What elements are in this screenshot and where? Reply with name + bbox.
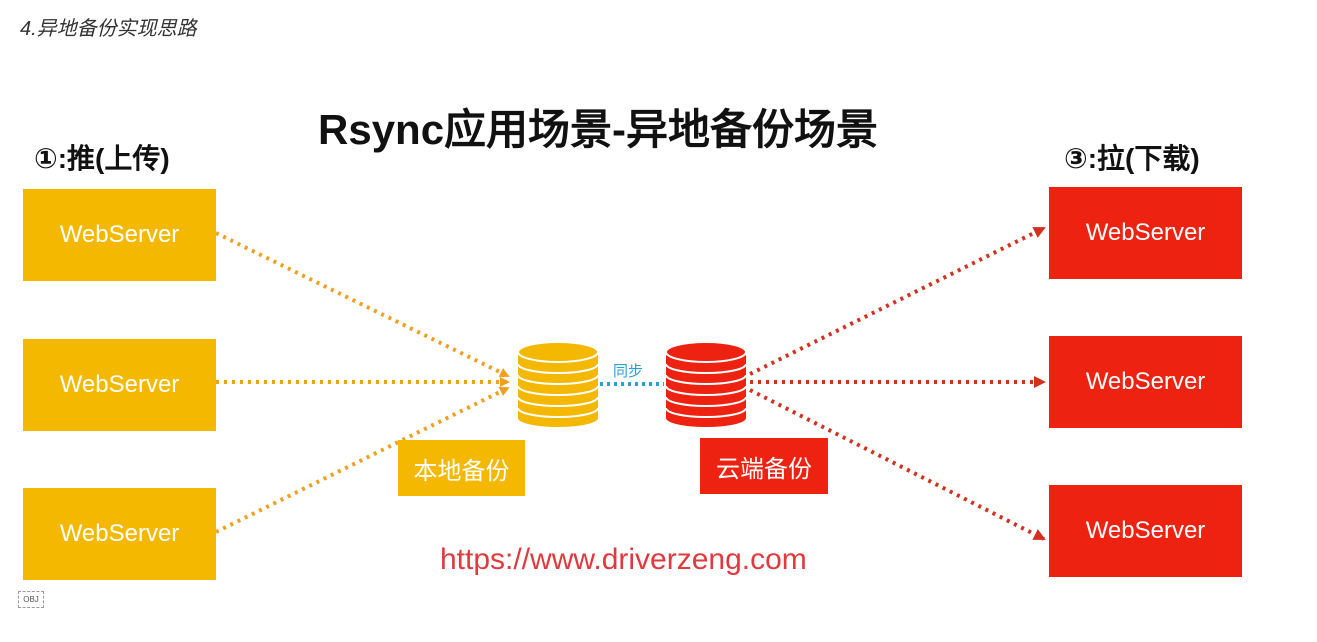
cloud-backup-db-icon	[665, 341, 747, 427]
pull-line-1	[749, 226, 1046, 376]
obj-placeholder-icon: OBJ	[18, 591, 44, 608]
sync-label: 同步	[613, 363, 644, 380]
local-backup-label: 本地备份	[398, 440, 525, 496]
website-url: https://www.driverzeng.com	[440, 543, 807, 576]
cloud-backup-label: 云端备份	[700, 438, 828, 494]
push-line-1	[215, 231, 510, 378]
local-backup-db-icon	[517, 341, 599, 427]
